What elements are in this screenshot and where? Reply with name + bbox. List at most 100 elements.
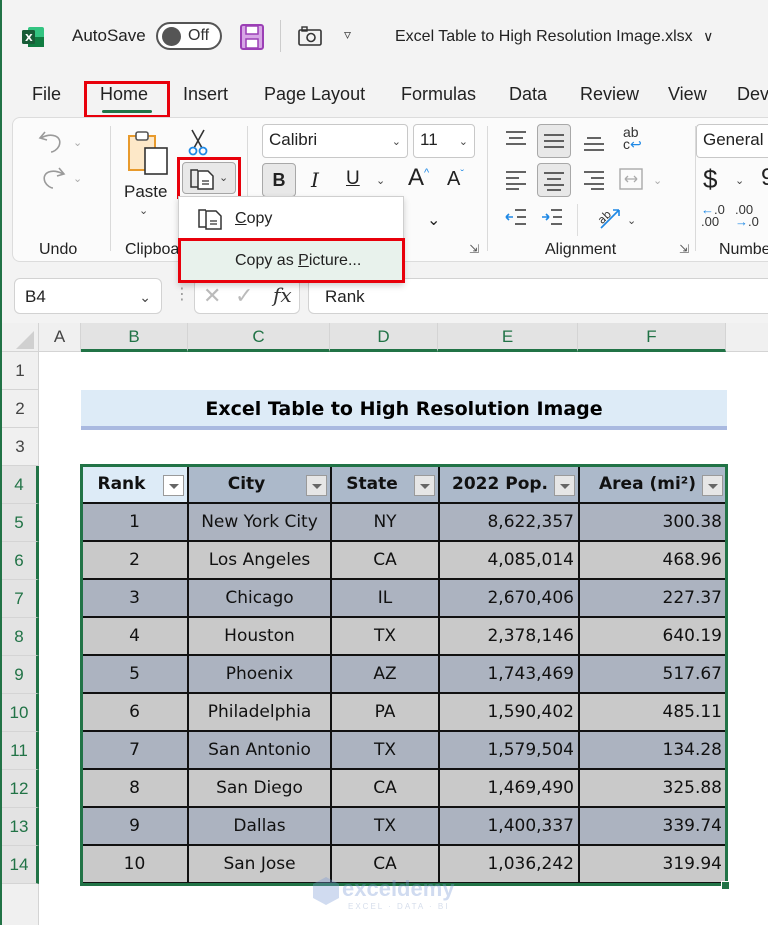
row-header-7[interactable]: 7 bbox=[2, 580, 39, 618]
row-header-8[interactable]: 8 bbox=[2, 618, 39, 656]
autosave-toggle[interactable]: Off bbox=[156, 22, 222, 50]
row-header-11[interactable]: 11 bbox=[2, 732, 39, 770]
cell-rank[interactable]: 7 bbox=[80, 730, 189, 770]
cell-city[interactable]: Dallas bbox=[187, 806, 332, 846]
row-header-10[interactable]: 10 bbox=[2, 694, 39, 732]
font-dialog-launcher-icon[interactable]: ⇲ bbox=[469, 242, 479, 256]
cell-population[interactable]: 4,085,014 bbox=[438, 540, 580, 580]
redo-dropdown-icon[interactable]: ⌄ bbox=[73, 172, 82, 185]
save-icon[interactable] bbox=[240, 24, 264, 50]
enter-icon[interactable]: ✓ bbox=[235, 283, 253, 309]
header-area[interactable]: Area (mi²) bbox=[578, 464, 728, 504]
cell-rank[interactable]: 3 bbox=[80, 578, 189, 618]
row-header-9[interactable]: 9 bbox=[2, 656, 39, 694]
cell-state[interactable]: AZ bbox=[330, 654, 440, 694]
column-header-b[interactable]: B bbox=[81, 323, 188, 352]
cell-rank[interactable]: 1 bbox=[80, 502, 189, 542]
cell-state[interactable]: TX bbox=[330, 616, 440, 656]
row-header-1[interactable]: 1 bbox=[2, 352, 39, 390]
cell-area[interactable]: 325.88 bbox=[578, 768, 728, 808]
cell-city[interactable]: Philadelphia bbox=[187, 692, 332, 732]
row-header-3[interactable]: 3 bbox=[2, 428, 39, 466]
cell-city[interactable]: Phoenix bbox=[187, 654, 332, 694]
cell-population[interactable]: 1,469,490 bbox=[438, 768, 580, 808]
row-header-6[interactable]: 6 bbox=[2, 542, 39, 580]
middle-align-button[interactable] bbox=[537, 124, 571, 158]
tab-formulas[interactable]: Formulas bbox=[401, 84, 476, 105]
row-header-2[interactable]: 2 bbox=[2, 390, 39, 428]
decrease-indent-icon[interactable] bbox=[505, 208, 527, 226]
tab-page-layout[interactable]: Page Layout bbox=[264, 84, 365, 105]
cell-city[interactable]: San Diego bbox=[187, 768, 332, 808]
top-align-icon[interactable] bbox=[505, 130, 527, 148]
header-state[interactable]: State bbox=[330, 464, 440, 504]
tab-view[interactable]: View bbox=[668, 84, 707, 105]
currency-dropdown-icon[interactable]: ⌄ bbox=[735, 174, 744, 187]
cell-state[interactable]: TX bbox=[330, 730, 440, 770]
increase-indent-icon[interactable] bbox=[541, 208, 563, 226]
cell-population[interactable]: 1,743,469 bbox=[438, 654, 580, 694]
cell-area[interactable]: 319.94 bbox=[578, 844, 728, 884]
header-city[interactable]: City bbox=[187, 464, 332, 504]
cell-city[interactable]: Houston bbox=[187, 616, 332, 656]
cell-state[interactable]: NY bbox=[330, 502, 440, 542]
tab-developer[interactable]: Dev bbox=[737, 84, 768, 105]
cell-area[interactable]: 517.67 bbox=[578, 654, 728, 694]
document-title[interactable]: Excel Table to High Resolution Image.xls… bbox=[395, 28, 713, 46]
cell-population[interactable]: 1,400,337 bbox=[438, 806, 580, 846]
align-left-icon[interactable] bbox=[505, 170, 527, 190]
column-header-e[interactable]: E bbox=[438, 323, 578, 352]
cut-icon[interactable] bbox=[187, 128, 209, 156]
header-population[interactable]: 2022 Pop. bbox=[438, 464, 580, 504]
row-header-15[interactable] bbox=[2, 884, 39, 925]
formula-bar-grip-icon[interactable]: ⋮ bbox=[174, 284, 190, 304]
cell-area[interactable]: 640.19 bbox=[578, 616, 728, 656]
paste-dropdown-icon[interactable]: ⌄ bbox=[139, 204, 148, 217]
shrink-font-button[interactable]: Aˇ bbox=[447, 168, 464, 191]
underline-button[interactable]: U bbox=[346, 168, 360, 190]
cell-rank[interactable]: 4 bbox=[80, 616, 189, 656]
font-name-combo[interactable]: Calibri ⌄ bbox=[262, 124, 408, 158]
align-right-icon[interactable] bbox=[583, 170, 605, 190]
cell-city[interactable]: Los Angeles bbox=[187, 540, 332, 580]
number-format-combo[interactable]: General bbox=[696, 124, 768, 158]
cell-area[interactable]: 300.38 bbox=[578, 502, 728, 542]
cancel-icon[interactable]: ✕ bbox=[203, 283, 221, 309]
row-header-5[interactable]: 5 bbox=[2, 504, 39, 542]
fill-handle[interactable] bbox=[721, 881, 730, 890]
customize-toolbar-icon[interactable]: ▿ bbox=[344, 26, 351, 43]
italic-button[interactable]: I bbox=[311, 168, 319, 192]
paste-icon[interactable] bbox=[127, 130, 169, 176]
select-all-corner[interactable] bbox=[2, 323, 39, 352]
cell-population[interactable]: 8,622,357 bbox=[438, 502, 580, 542]
column-header-d[interactable]: D bbox=[330, 323, 438, 352]
cell-population[interactable]: 1,579,504 bbox=[438, 730, 580, 770]
cell-rank[interactable]: 5 bbox=[80, 654, 189, 694]
font-size-combo[interactable]: 11 ⌄ bbox=[413, 124, 475, 158]
orientation-dropdown-icon[interactable]: ⌄ bbox=[627, 214, 636, 227]
bottom-align-icon[interactable] bbox=[583, 134, 605, 152]
cell-area[interactable]: 339.74 bbox=[578, 806, 728, 846]
row-header-13[interactable]: 13 bbox=[2, 808, 39, 846]
increase-decimal-icon[interactable]: ←.0.00 bbox=[701, 203, 725, 228]
bold-button[interactable]: B bbox=[262, 163, 296, 197]
cell-state[interactable]: TX bbox=[330, 806, 440, 846]
formula-input[interactable]: Rank bbox=[308, 278, 768, 314]
alignment-dialog-launcher-icon[interactable]: ⇲ bbox=[679, 242, 689, 256]
cell-state[interactable]: PA bbox=[330, 692, 440, 732]
cell-population[interactable]: 2,670,406 bbox=[438, 578, 580, 618]
merge-dropdown-icon[interactable]: ⌄ bbox=[653, 174, 662, 187]
cell-population[interactable]: 2,378,146 bbox=[438, 616, 580, 656]
tab-insert[interactable]: Insert bbox=[183, 84, 228, 105]
tab-file[interactable]: File bbox=[32, 84, 61, 105]
cell-area[interactable]: 485.11 bbox=[578, 692, 728, 732]
merge-center-icon[interactable] bbox=[619, 168, 643, 190]
underline-dropdown-icon[interactable]: ⌄ bbox=[376, 174, 385, 187]
cell-state[interactable]: IL bbox=[330, 578, 440, 618]
camera-icon[interactable] bbox=[298, 26, 322, 46]
row-header-4[interactable]: 4 bbox=[2, 466, 39, 504]
row-header-12[interactable]: 12 bbox=[2, 770, 39, 808]
cell-rank[interactable]: 9 bbox=[80, 806, 189, 846]
font-color-dropdown-icon[interactable]: ⌄ bbox=[427, 210, 440, 230]
cell-city[interactable]: Chicago bbox=[187, 578, 332, 618]
